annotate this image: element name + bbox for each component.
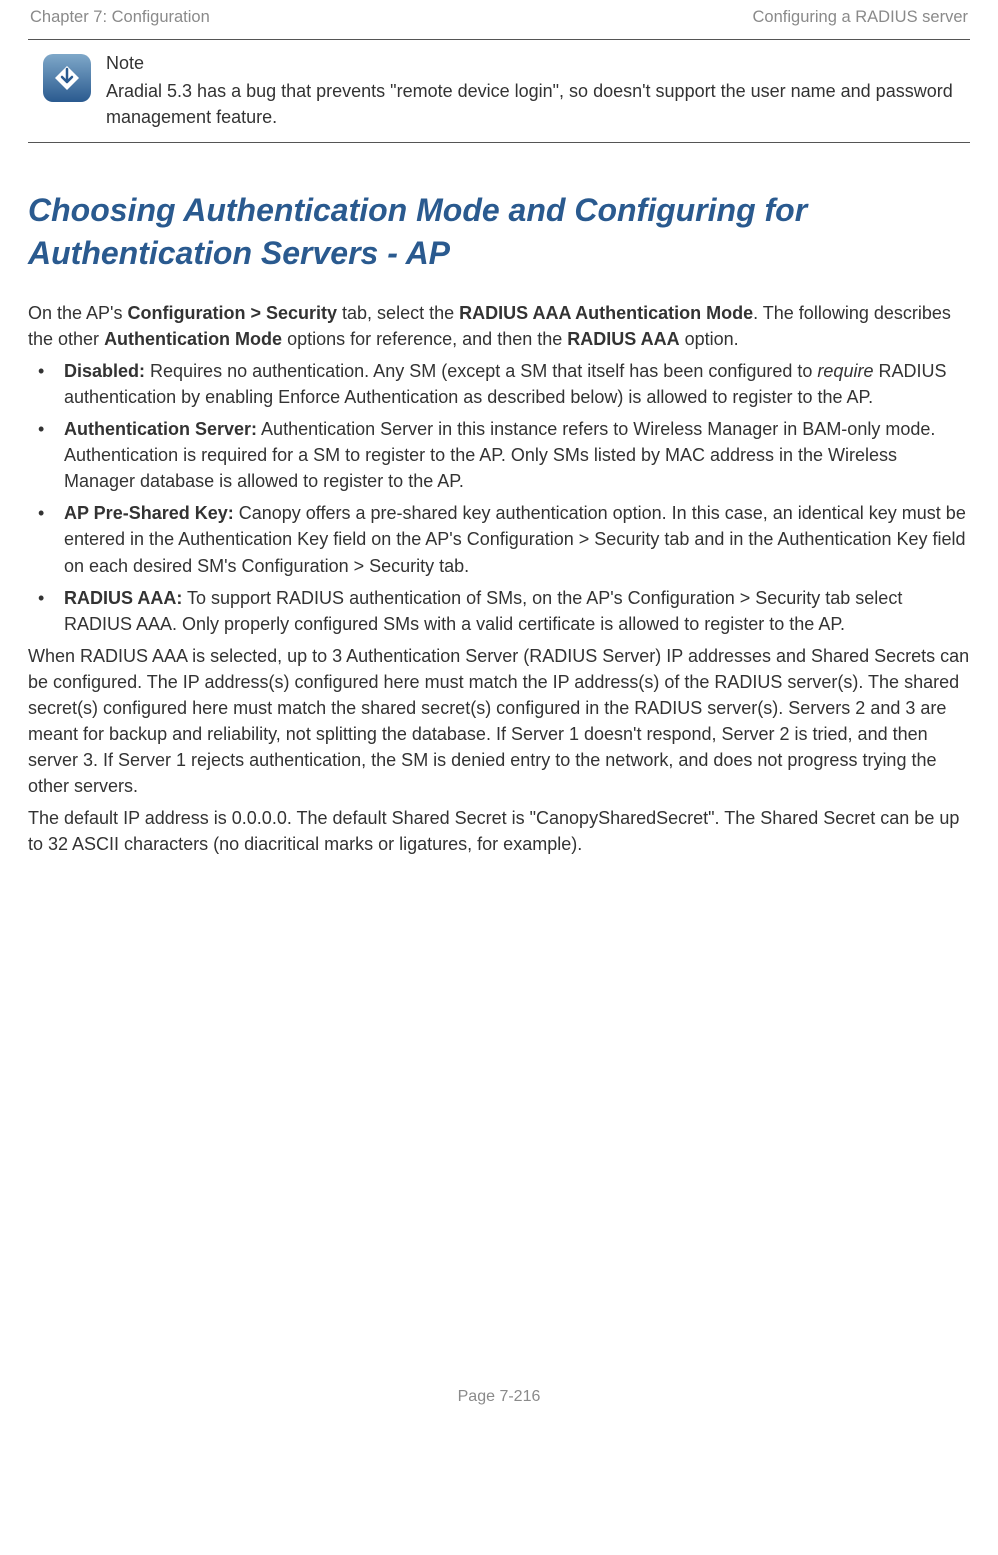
note-title: Note xyxy=(106,50,970,76)
intro-paragraph: On the AP's Configuration > Security tab… xyxy=(28,300,970,352)
header-left: Chapter 7: Configuration xyxy=(30,8,210,27)
list-item: AP Pre-Shared Key: Canopy offers a pre-s… xyxy=(28,500,970,578)
list-item: RADIUS AAA: To support RADIUS authentica… xyxy=(28,585,970,637)
header-right: Configuring a RADIUS server xyxy=(753,8,969,27)
note-callout: Note Aradial 5.3 has a bug that prevents… xyxy=(28,39,970,143)
note-body-text: Aradial 5.3 has a bug that prevents "rem… xyxy=(106,78,970,130)
paragraph-2: When RADIUS AAA is selected, up to 3 Aut… xyxy=(28,643,970,800)
list-item: Authentication Server: Authentication Se… xyxy=(28,416,970,494)
page-footer: Page 7-216 xyxy=(28,1388,970,1406)
page-header: Chapter 7: Configuration Configuring a R… xyxy=(28,8,970,39)
options-list: Disabled: Requires no authentication. An… xyxy=(28,358,970,637)
list-item: Disabled: Requires no authentication. An… xyxy=(28,358,970,410)
section-title: Choosing Authentication Mode and Configu… xyxy=(28,189,970,275)
paragraph-3: The default IP address is 0.0.0.0. The d… xyxy=(28,805,970,857)
note-icon-cell xyxy=(28,50,106,102)
note-icon xyxy=(43,54,91,102)
